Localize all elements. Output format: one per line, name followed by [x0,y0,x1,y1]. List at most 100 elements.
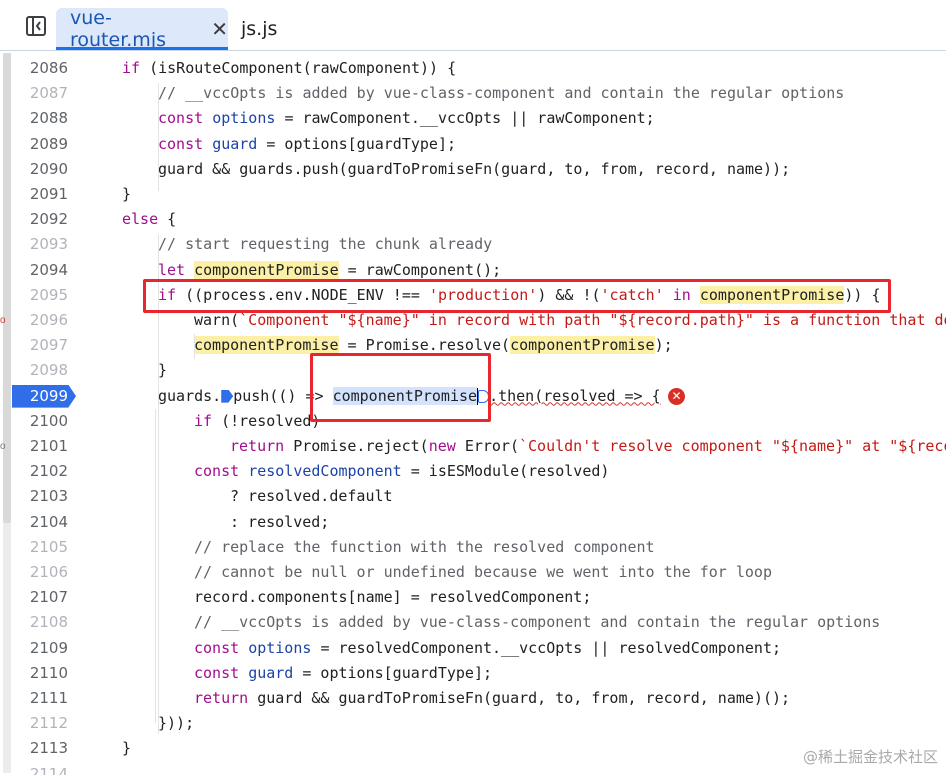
code-text: } [122,182,131,207]
tab-bar: vue-router.mjs ✕ js.js [0,0,946,51]
code-text: })); [158,711,194,736]
code-token: resolvedComponent [248,462,402,481]
close-icon[interactable]: ✕ [211,17,228,41]
code-token: return [194,689,249,707]
line-number[interactable]: 2098 [0,358,68,383]
line-number[interactable]: 2102 [0,459,68,484]
line-number[interactable]: 2093 [0,232,68,257]
error-icon[interactable]: ✕ [668,388,685,405]
code-token: push(() => [233,386,324,405]
code-token: componentPromise [510,336,655,355]
code-token: if [158,285,177,304]
code-token: = resolvedComponent.__vccOpts || resolve… [320,638,782,657]
code-text: let componentPromise = rawComponent(); [158,258,501,283]
sidebar-toggle-button[interactable] [24,14,48,38]
code-line[interactable]: 2109 const options = resolvedComponent.__… [0,636,946,661]
line-number[interactable]: 2113 [0,736,68,761]
code-line[interactable]: 2088 const options = rawComponent.__vccOp… [0,106,946,131]
code-line[interactable]: 2093 // start requesting the chunk alread… [0,232,946,257]
line-number[interactable]: 2099 [0,384,68,409]
code-line[interactable]: 2087 // __vccOpts is added by vue-class-c… [0,81,946,106]
code-line[interactable]: 2111 return guard && guardToPromiseFn(gua… [0,686,946,711]
line-number[interactable]: 2107 [0,585,68,610]
code-text: componentPromise = Promise.resolve(compo… [194,333,673,358]
code-line[interactable]: 2108 // __vccOpts is added by vue-class-c… [0,610,946,635]
code-editor[interactable]: 2086 if (isRouteComponent(rawComponent)) … [0,51,946,775]
code-token: componentPromise [194,260,339,279]
line-number[interactable]: 2086 [0,56,68,81]
line-number[interactable]: 2106 [0,560,68,585]
code-line[interactable]: 2089 const guard = options[guardType]; [0,132,946,157]
code-line[interactable]: 2110 const guard = options[guardType]; [0,661,946,686]
code-token: 'production' [428,285,538,304]
code-line[interactable]: 2094 let componentPromise = rawComponent(… [0,258,946,283]
line-number[interactable]: 2087 [0,81,68,106]
code-line[interactable]: 2100 if (!resolved) [0,409,946,434]
line-number[interactable]: 2096 [0,308,68,333]
line-number[interactable]: 2110 [0,661,68,686]
sidebar-toggle-icon [26,16,46,36]
code-line[interactable]: 2098} [0,358,946,383]
code-token: options [212,109,276,128]
code-line[interactable]: 2095 if ((process.env.NODE_ENV !== 'produ… [0,283,946,308]
code-line[interactable]: 2092 else { [0,207,946,232]
error-marker: o [0,441,6,452]
line-number[interactable]: 2114 [0,762,68,775]
line-number[interactable]: 2095 [0,283,68,308]
code-token: return [230,437,285,455]
code-token: const [158,134,204,153]
line-number[interactable]: 2092 [0,207,68,232]
code-token: const [194,663,240,682]
code-token: `Couldn't resolve component "${name}" at… [519,437,946,455]
tab-js[interactable]: js.js [241,8,277,50]
indent-guide [194,334,195,359]
code-token: `Component "${name}" in record with path… [239,311,946,329]
code-token: if [194,411,213,430]
code-line[interactable]: 2097 componentPromise = Promise.resolve(c… [0,333,946,358]
code-text: const guard = options[guardType]; [194,661,492,686]
line-number[interactable]: 2112 [0,711,68,736]
code-line[interactable]: 2106 // cannot be null or undefined becau… [0,560,946,585]
indent-guide [155,409,156,723]
code-line[interactable]: 2103 ? resolved.default [0,484,946,509]
line-number[interactable]: 2101 [0,434,68,459]
code-text: } [158,358,167,383]
line-number[interactable]: 2097 [0,333,68,358]
line-number[interactable]: 2105 [0,535,68,560]
tab-vue-router[interactable]: vue-router.mjs ✕ [56,7,228,51]
inline-breakpoint-icon[interactable] [478,389,490,403]
code-line[interactable]: 2107 record.components[name] = resolvedCo… [0,585,946,610]
code-token: } [122,185,132,203]
code-text: if (!resolved) [194,409,320,434]
code-token: = rawComponent.__vccOpts || rawComponent… [284,109,655,128]
code-token: ? resolved.default [230,487,393,506]
inline-breakpoint-icon[interactable] [221,389,234,403]
code-token: = options[guardType]; [266,134,457,153]
line-number[interactable]: 2094 [0,258,68,283]
line-number[interactable]: 2109 [0,636,68,661]
code-text: : resolved; [230,510,329,535]
line-number[interactable]: 2089 [0,132,68,157]
code-line[interactable]: 2096 warn(`Component "${name}" in record … [0,308,946,333]
code-line[interactable]: 2102 const resolvedComponent = isESModule… [0,459,946,484]
line-number[interactable]: 2091 [0,182,68,207]
code-line[interactable]: 2086 if (isRouteComponent(rawComponent)) … [0,56,946,81]
code-line[interactable]: 2101 return Promise.reject(new Error(`Cou… [0,434,946,459]
code-token: })); [158,714,195,733]
code-token: if [122,59,141,77]
indent-guide [158,234,159,734]
code-line[interactable]: 2090 guard && guards.push(guardToPromiseF… [0,157,946,182]
code-token: ) && !( [537,285,601,304]
line-number[interactable]: 2104 [0,510,68,535]
line-number[interactable]: 2090 [0,157,68,182]
line-number[interactable]: 2100 [0,409,68,434]
line-number[interactable]: 2088 [0,106,68,131]
code-line[interactable]: 2091} [0,182,946,207]
code-line[interactable]: 2099 guards. push(() => componentPromise .t… [0,384,946,409]
code-line[interactable]: 2104 : resolved; [0,510,946,535]
line-number[interactable]: 2108 [0,610,68,635]
code-line[interactable]: 2112})); [0,711,946,736]
code-line[interactable]: 2105 // replace the function with the res… [0,535,946,560]
line-number[interactable]: 2103 [0,484,68,509]
line-number[interactable]: 2111 [0,686,68,711]
